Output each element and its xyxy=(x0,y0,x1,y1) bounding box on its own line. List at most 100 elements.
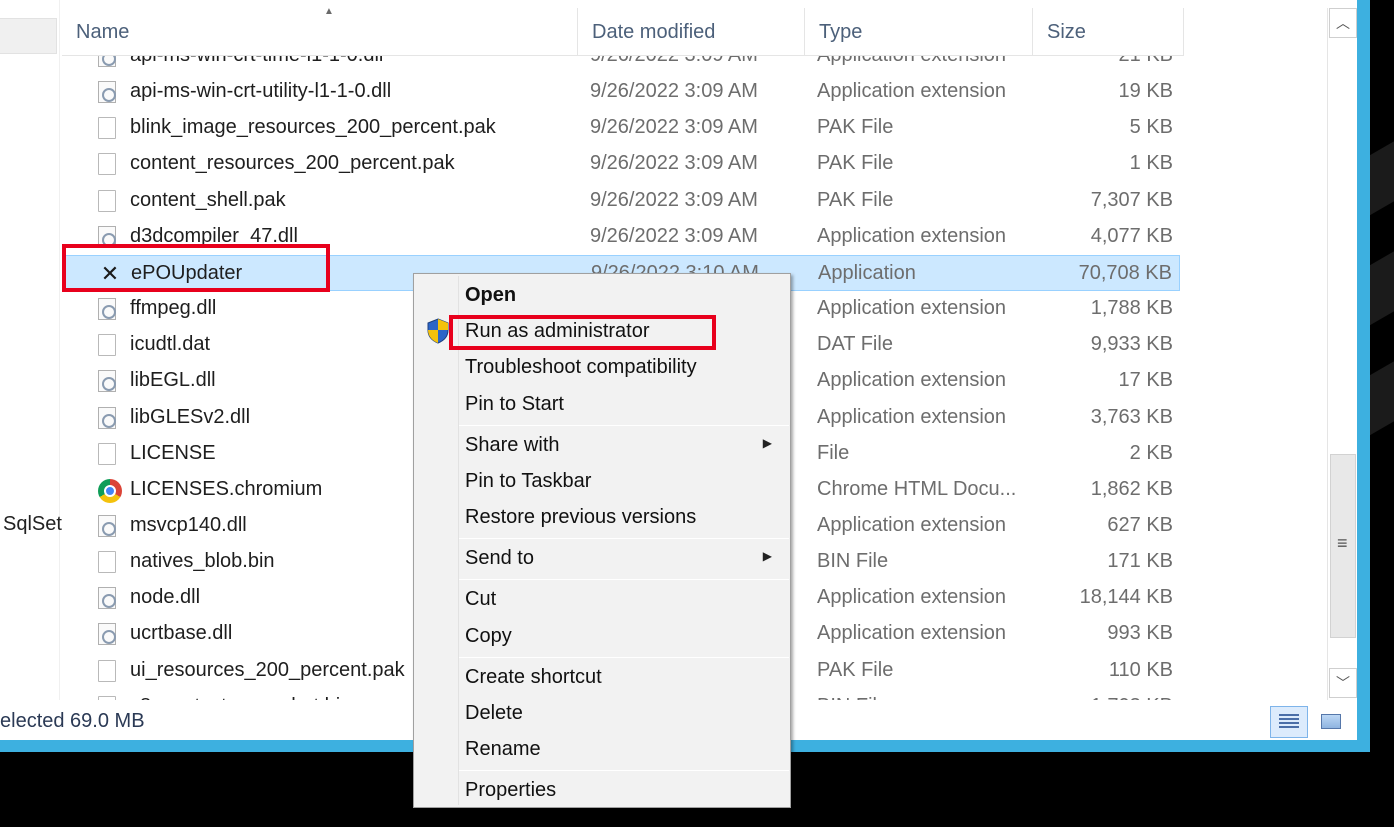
file-name: LICENSES.chromium xyxy=(130,477,323,500)
menu-separator xyxy=(459,770,789,772)
file-type: File xyxy=(817,441,850,464)
menu-separator xyxy=(459,656,789,658)
menu-item-cut[interactable]: Cut xyxy=(416,582,788,616)
menu-item-run-as-administrator[interactable]: Run as administrator xyxy=(416,314,788,348)
scroll-up-button[interactable]: ︿ xyxy=(1329,8,1357,38)
dll-icon xyxy=(98,406,120,431)
file-date: 9/26/2022 3:09 AM xyxy=(590,224,758,247)
file-type: Application extension xyxy=(817,586,1007,609)
file-type: Chrome HTML Docu... xyxy=(817,477,1017,500)
menu-item-pin-to-start[interactable]: Pin to Start xyxy=(416,387,788,421)
file-type: PAK File xyxy=(817,658,894,681)
file-size: 17 KB xyxy=(1118,369,1173,392)
nav-pane-label[interactable]: SqlSet xyxy=(3,513,62,536)
file-size: 3,763 KB xyxy=(1090,405,1173,428)
file-type: Application extension xyxy=(817,405,1007,428)
menu-item-send-to[interactable]: Send to ▶ xyxy=(416,541,788,575)
menu-separator xyxy=(459,424,789,426)
file-type: BIN File xyxy=(817,550,889,573)
menu-item-delete[interactable]: Delete xyxy=(416,696,788,730)
context-menu: Open Run as administrator Troubleshoot com… xyxy=(413,273,791,808)
file-size: 70,708 KB xyxy=(1078,261,1172,284)
file-name: ucrtbase.dll xyxy=(130,622,233,645)
file-date: 9/26/2022 3:09 AM xyxy=(590,188,758,211)
menu-item-label: Send to xyxy=(465,547,534,570)
column-header-size[interactable]: Size xyxy=(1033,8,1184,56)
menu-separator xyxy=(459,579,789,581)
column-header-type[interactable]: Type xyxy=(805,8,1033,56)
menu-item-copy[interactable]: Copy xyxy=(416,619,788,653)
file-name: msvcp140.dll xyxy=(130,513,247,536)
table-row[interactable]: api-ms-win-crt-utility-l1-1-0.dll 9/26/20… xyxy=(62,74,1180,110)
table-row[interactable]: api-ms-win-crt-time-l1-1-0.dll 9/26/2022 … xyxy=(62,56,1180,74)
scrollbar-thumb[interactable]: ≡ xyxy=(1330,454,1356,638)
file-name: content_shell.pak xyxy=(130,188,286,211)
menu-item-rename[interactable]: Rename xyxy=(416,732,788,766)
file-type: Application extension xyxy=(817,622,1007,645)
file-type: Application xyxy=(818,261,916,284)
table-row[interactable]: d3dcompiler_47.dll 9/26/2022 3:09 AM Appli… xyxy=(62,219,1180,255)
menu-item-share-with[interactable]: Share with ▶ xyxy=(416,428,788,462)
app-icon: ✕ xyxy=(100,260,120,286)
status-text: elected 69.0 MB xyxy=(0,710,145,732)
file-name: libEGL.dll xyxy=(130,369,216,392)
file-name: LICENSE xyxy=(130,441,216,464)
menu-item-pin-to-taskbar[interactable]: Pin to Taskbar xyxy=(416,464,788,498)
menu-item-label: Cut xyxy=(465,588,497,611)
menu-item-label: Troubleshoot compatibility xyxy=(465,356,697,379)
file-size: 110 KB xyxy=(1108,658,1173,681)
uac-shield-icon xyxy=(427,318,449,344)
file-size: 21 KB xyxy=(1119,56,1173,67)
file-date: 9/26/2022 3:09 AM xyxy=(590,152,758,175)
file-size: 1 KB xyxy=(1129,152,1173,175)
file-date: 9/26/2022 3:09 AM xyxy=(590,80,758,103)
large-icons-view-button[interactable] xyxy=(1312,706,1350,738)
table-row[interactable]: blink_image_resources_200_percent.pak 9/2… xyxy=(62,110,1180,146)
dll-icon xyxy=(98,56,120,69)
file-size: 18,144 KB xyxy=(1079,586,1173,609)
details-view-button[interactable] xyxy=(1270,706,1308,738)
menu-separator xyxy=(459,538,789,540)
dll-icon xyxy=(98,623,120,647)
file-size: 993 KB xyxy=(1107,622,1173,645)
file-date: 9/26/2022 3:09 AM xyxy=(590,56,758,67)
details-view-icon xyxy=(1279,714,1299,730)
navigation-pane: SqlSet xyxy=(0,0,62,700)
menu-item-open[interactable]: Open xyxy=(416,278,788,312)
file-type: PAK File xyxy=(817,152,894,175)
menu-item-create-shortcut[interactable]: Create shortcut xyxy=(416,660,788,694)
file-icon xyxy=(98,117,120,141)
file-type: PAK File xyxy=(817,116,894,139)
file-type: Application extension xyxy=(817,56,1006,67)
table-row[interactable]: content_shell.pak 9/26/2022 3:09 AM PAK Fi… xyxy=(62,183,1180,219)
file-size: 4,077 KB xyxy=(1090,224,1173,247)
nav-pane-item[interactable] xyxy=(0,18,57,54)
vertical-scrollbar[interactable]: ︿ ≡ ﹀ xyxy=(1327,8,1357,700)
menu-item-troubleshoot-compatibility[interactable]: Troubleshoot compatibility xyxy=(416,350,788,384)
file-type: Application extension xyxy=(817,513,1007,536)
file-icon xyxy=(98,189,120,214)
submenu-arrow-icon: ▶ xyxy=(762,549,772,564)
file-name: ffmpeg.dll xyxy=(130,297,217,320)
file-icon xyxy=(98,442,120,467)
menu-item-label: Create shortcut xyxy=(465,665,602,688)
scroll-down-button[interactable]: ﹀ xyxy=(1329,668,1357,698)
menu-item-label: Pin to Taskbar xyxy=(465,469,592,492)
dll-icon xyxy=(98,225,120,250)
menu-item-properties[interactable]: Properties xyxy=(416,773,788,807)
column-header-date[interactable]: Date modified xyxy=(578,8,805,56)
column-header-name[interactable]: Name xyxy=(62,8,578,56)
menu-item-restore-previous-versions[interactable]: Restore previous versions xyxy=(416,500,788,534)
table-row[interactable]: content_resources_200_percent.pak 9/26/20… xyxy=(62,146,1180,182)
dll-icon xyxy=(98,370,120,394)
file-name: api-ms-win-crt-utility-l1-1-0.dll xyxy=(130,80,392,103)
file-icon xyxy=(98,551,120,575)
file-size: 1,788 KB xyxy=(1090,297,1173,320)
file-size: 171 KB xyxy=(1107,550,1173,573)
dll-icon xyxy=(98,298,120,322)
menu-item-label: Open xyxy=(465,284,517,306)
file-name: icudtl.dat xyxy=(130,333,211,356)
file-name: api-ms-win-crt-time-l1-1-0.dll xyxy=(130,56,383,67)
file-name: d3dcompiler_47.dll xyxy=(130,224,298,247)
file-size: 627 KB xyxy=(1107,513,1173,536)
